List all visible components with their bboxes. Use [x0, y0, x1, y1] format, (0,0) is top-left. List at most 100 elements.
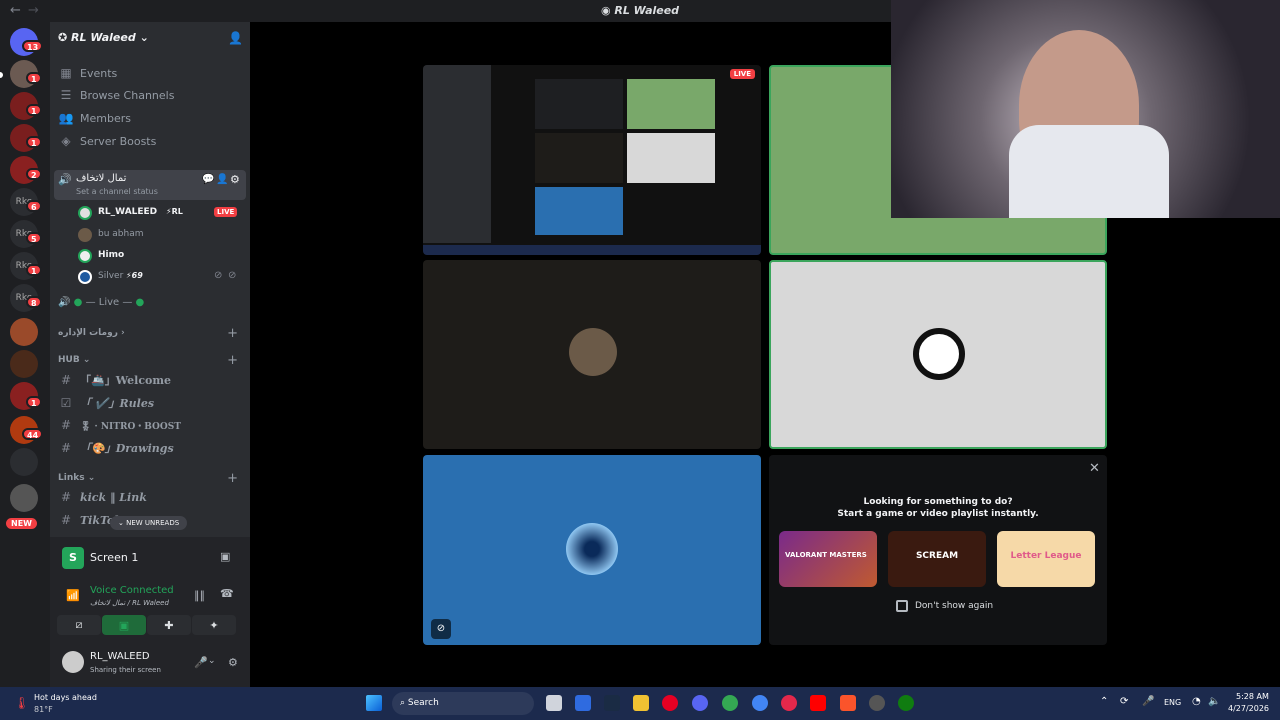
disconnect-icon[interactable]: ☎ [220, 587, 234, 600]
weather-title[interactable]: Hot days ahead [34, 693, 97, 702]
user-name: bu abham [98, 229, 144, 239]
speaker-icon: 🔊 [58, 297, 74, 308]
activities-button[interactable]: ✚ [147, 615, 191, 635]
weather-temp: 81°F [34, 705, 53, 714]
plus-icon[interactable]: + [227, 326, 238, 341]
app-icon[interactable] [869, 695, 885, 711]
channel-kick-link[interactable]: # kick ‖ Link [58, 487, 242, 507]
category-hub[interactable]: HUB ⌄ [58, 355, 90, 365]
add-member-icon[interactable]: 👤 [228, 31, 243, 45]
soundboard-button[interactable]: ✦ [192, 615, 236, 635]
stop-share-icon[interactable]: ▣ [220, 550, 230, 563]
brave-icon[interactable] [840, 695, 856, 711]
voice-channel[interactable]: 🔊 تمال لاتخاف Set a channel status 💬 👤 ⚙ [54, 170, 246, 200]
server-icon-6[interactable] [10, 350, 38, 378]
chat-icon[interactable]: 💬 [202, 174, 214, 185]
avatar [78, 249, 92, 263]
sync-icon[interactable]: ⟳ [1120, 696, 1128, 707]
server-icon-9[interactable] [10, 448, 38, 476]
dont-show-checkbox[interactable] [896, 600, 908, 612]
pinterest-icon[interactable] [662, 695, 678, 711]
screen-share-button[interactable]: ▣ [102, 615, 146, 635]
settings-icon[interactable]: ⚙ [228, 656, 238, 669]
browser-icon[interactable] [752, 695, 768, 711]
edge-icon[interactable] [575, 695, 591, 711]
plus-icon[interactable]: + [227, 471, 238, 486]
badge: 6 [26, 200, 42, 212]
menu-label: Events [80, 66, 118, 80]
server-icon: ◉ [600, 4, 615, 17]
server-name[interactable]: ✪ RL Waleed ⌄ [58, 31, 149, 44]
steam-icon[interactable] [604, 695, 620, 711]
channel-status[interactable]: Set a channel status [76, 187, 158, 196]
user-name: RL_WALEED [98, 207, 158, 217]
chevron-up-icon[interactable]: ⌃ [1100, 696, 1108, 707]
voice-user[interactable]: bu abham [78, 227, 242, 245]
windows-start-icon[interactable] [366, 695, 382, 711]
live-badge: LIVE [214, 207, 238, 217]
activity-card-scream[interactable]: SCREAM [888, 531, 986, 587]
channel-drawings[interactable]: # 「🎨」Drawings [58, 438, 242, 458]
youtube-icon[interactable] [810, 695, 826, 711]
soundboard-icon: ✦ [209, 618, 219, 632]
file-explorer-icon[interactable] [633, 695, 649, 711]
user-tile-bu-abham[interactable] [423, 260, 761, 449]
chevron-down-icon[interactable]: ⌄ [208, 656, 216, 666]
wifi-icon[interactable]: ◔ [1192, 696, 1201, 707]
channel-nitro-boost[interactable]: # 🎖 · NITRO・BOOST [58, 415, 242, 435]
menu-members[interactable]: 👥 Members [58, 108, 242, 128]
menu-label: Server Boosts [80, 134, 157, 148]
menu-server-boosts[interactable]: ◈ Server Boosts [58, 131, 242, 151]
user-tile-himo[interactable] [769, 260, 1107, 449]
activity-card-letter-league[interactable]: Letter League [997, 531, 1095, 587]
webcam-overlay [891, 0, 1280, 218]
activity-card-valorant[interactable]: VALORANT MASTERS [779, 531, 877, 587]
chrome-icon[interactable] [722, 695, 738, 711]
category-links[interactable]: Links ⌄ [58, 473, 95, 483]
server-icon-10[interactable] [10, 484, 38, 512]
hash-icon: # [60, 490, 72, 504]
muted-icon[interactable]: ⊘ [431, 619, 451, 639]
microphone-icon[interactable]: 🎤 [1142, 696, 1154, 707]
avatar [78, 206, 92, 220]
noise-suppression-icon[interactable]: ∥∥ [194, 589, 205, 602]
category-admin[interactable]: رومات الإداره › [58, 328, 125, 338]
clock-date[interactable]: 4/27/2026 [1228, 704, 1269, 713]
clock-time[interactable]: 5:28 AM [1236, 692, 1269, 701]
gear-icon[interactable]: ⚙ [230, 173, 240, 186]
server-icon-5[interactable] [10, 318, 38, 346]
task-view-icon[interactable] [546, 695, 562, 711]
menu-label: Browse Channels [80, 88, 175, 102]
close-icon[interactable]: ✕ [1089, 461, 1100, 476]
avatar [78, 228, 92, 242]
new-badge[interactable]: NEW [6, 518, 37, 529]
new-unreads-button[interactable]: ⌄ NEW UNREADS [110, 516, 188, 530]
camera-toggle-button[interactable]: ⧄ [57, 615, 101, 635]
dont-show-label: Don't show again [915, 601, 994, 611]
discord-icon[interactable] [692, 695, 708, 711]
channel-welcome[interactable]: # 「🚢」Welcome [58, 370, 242, 390]
screen-share-tile[interactable]: LIVE [423, 65, 761, 255]
badge: 1 [26, 136, 42, 148]
language-indicator[interactable]: ENG [1164, 698, 1181, 707]
live-channel[interactable]: 🔊 ● — Live — ● [58, 297, 144, 308]
microphone-icon[interactable]: 🎤 [194, 656, 208, 669]
voice-user[interactable]: Himo [78, 248, 242, 266]
xbox-icon[interactable] [898, 695, 914, 711]
channel-rules[interactable]: ☑ 「 ✔️」Rules [58, 393, 242, 413]
menu-events[interactable]: ▦ Events [58, 63, 242, 83]
taskbar-search[interactable]: ⌕ Search [392, 692, 534, 715]
volume-icon[interactable]: 🔈 [1208, 696, 1220, 707]
voice-channel-label[interactable]: تمال لاتخاف / RL Waleed [90, 599, 169, 607]
speaker-icon: 🔊 [58, 173, 72, 186]
avatar[interactable] [62, 651, 84, 673]
menu-browse-channels[interactable]: ☰ Browse Channels [58, 85, 242, 105]
user-name: Himo [98, 250, 125, 260]
voice-user[interactable]: Silver ⚡69 ⊘ ⊘ [78, 269, 242, 287]
invite-icon[interactable]: 👤 [216, 174, 228, 185]
user-tile-silver[interactable]: ⊘ [423, 455, 761, 645]
deafened-icon: ⊘ [228, 270, 237, 281]
plus-icon[interactable]: + [227, 353, 238, 368]
media-player-icon[interactable] [781, 695, 797, 711]
voice-user[interactable]: RL_WALEED ⚡RL LIVE [78, 205, 242, 223]
